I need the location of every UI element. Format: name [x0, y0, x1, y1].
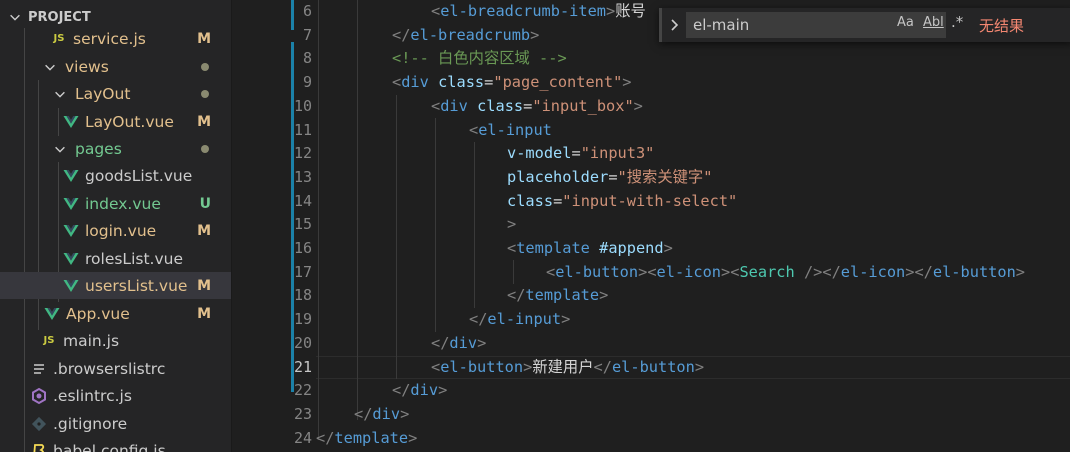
code-line[interactable]: > [507, 213, 516, 237]
line-number: 9 [302, 73, 312, 92]
file-item-roleslist-vue[interactable]: rolesList.vue [0, 245, 231, 272]
chevron-right-icon[interactable] [666, 17, 682, 33]
vue-file-icon [63, 169, 79, 182]
line-number: 16 [293, 239, 312, 257]
modified-badge: M [197, 30, 211, 47]
code-line[interactable]: </div> [392, 379, 447, 403]
code-line[interactable]: class="input-with-select" [507, 190, 737, 214]
code-line[interactable]: <el-button><el-icon><Search /></el-icon>… [546, 261, 1025, 285]
code-line[interactable]: <el-breadcrumb-item>账号 [431, 0, 646, 24]
regex-toggle[interactable]: .* [951, 13, 963, 31]
line-number: 14 [293, 191, 312, 210]
explorer-sidebar: PROJECT JS service.js M views LayOut Lay… [0, 0, 232, 452]
file-item-service-js[interactable]: JS service.js M [0, 25, 231, 52]
line-number: 17 [293, 262, 312, 281]
modified-badge: M [197, 222, 211, 239]
eslint-icon [32, 387, 46, 404]
line-number: 22 [293, 381, 312, 400]
code-line[interactable]: <div class="page_content"> [392, 71, 632, 95]
find-result-status: 无结果 [979, 17, 1025, 35]
chevron-down-icon [45, 64, 55, 71]
folder-item-layout[interactable]: LayOut [0, 80, 231, 107]
line-number: 20 [293, 333, 312, 352]
find-widget: el-main Aa Abl .* 无结果 [659, 8, 1070, 42]
vue-file-icon [63, 115, 79, 128]
js-file-icon: JS [43, 335, 55, 346]
chevron-down-icon [55, 91, 65, 98]
file-item-eslintrc-js[interactable]: .eslintrc.js [0, 382, 231, 409]
code-line[interactable]: </template> [507, 284, 608, 308]
explorer-title: PROJECT [28, 9, 91, 25]
file-item-layout-vue[interactable]: LayOut.vue M [0, 108, 231, 135]
js-file-icon: JS [53, 33, 65, 44]
line-number: 24 [293, 428, 312, 447]
code-line[interactable]: <!-- 白色内容区域 --> [392, 47, 567, 71]
code-editor[interactable]: 6 7 8 9 10 11 12 13 14 15 16 17 18 19 20… [232, 0, 1070, 452]
git-icon [31, 416, 47, 431]
indent-guide [474, 142, 475, 308]
line-number: 23 [293, 404, 312, 423]
chevron-down-icon [55, 146, 65, 153]
modified-badge: M [197, 113, 211, 130]
code-line[interactable]: </div> [431, 332, 486, 356]
file-item-main-js[interactable]: JS main.js [0, 327, 231, 354]
file-item-babel-config-js[interactable]: babel.config.js [0, 437, 231, 452]
file-item-userslist-vue[interactable]: usersList.vue M [0, 272, 231, 299]
vue-file-icon [63, 197, 79, 210]
modified-dot [201, 62, 209, 71]
file-item-goodslist-vue[interactable]: goodsList.vue [0, 162, 231, 189]
indent-guide [357, 0, 358, 420]
indent-guide [513, 260, 514, 284]
vue-file-icon [63, 252, 79, 265]
vue-file-icon [63, 279, 79, 292]
code-line[interactable]: <div class="input_box"> [431, 95, 643, 119]
line-number: 8 [302, 49, 312, 68]
line-number: 12 [293, 144, 312, 163]
config-file-icon [34, 363, 44, 374]
code-line[interactable]: <template #append> [507, 237, 673, 261]
line-number: 6 [302, 2, 312, 20]
untracked-badge: U [199, 195, 211, 212]
modified-badge: M [197, 305, 211, 322]
indent-guide [318, 0, 319, 440]
modified-dot [201, 144, 209, 153]
line-number: 13 [293, 167, 312, 186]
chevron-down-icon [10, 14, 20, 21]
vue-file-icon [63, 224, 79, 237]
file-item-login-vue[interactable]: login.vue M [0, 217, 231, 244]
line-number: 19 [293, 310, 312, 329]
line-number: 7 [302, 25, 312, 44]
line-number: 11 [293, 120, 312, 139]
code-line[interactable]: <el-button>新建用户</el-button> [431, 356, 704, 380]
modified-dot [201, 89, 209, 98]
line-number: 15 [293, 215, 312, 234]
code-line[interactable]: </div> [354, 403, 409, 427]
indent-guide [396, 95, 397, 379]
whole-word-toggle[interactable]: Abl [923, 15, 944, 30]
babel-icon [33, 443, 45, 452]
file-item-gitignore[interactable]: .gitignore [0, 410, 231, 437]
code-line[interactable]: </template> [316, 427, 417, 451]
modified-badge: M [197, 277, 211, 294]
line-number: 10 [293, 96, 312, 115]
vue-file-icon [44, 307, 60, 320]
code-line[interactable]: v-model="input3" [507, 142, 654, 166]
match-case-toggle[interactable]: Aa [897, 15, 914, 30]
code-line[interactable]: <el-input [469, 119, 552, 143]
line-number: 18 [293, 286, 312, 305]
code-line[interactable]: </el-input> [469, 308, 570, 332]
code-line[interactable]: placeholder="搜索关键字" [507, 166, 712, 190]
indent-guide [435, 118, 436, 332]
file-item-browserslistrc[interactable]: .browserslistrc [0, 355, 231, 382]
file-item-index-vue[interactable]: index.vue U [0, 190, 231, 217]
file-item-app-vue[interactable]: App.vue M [0, 300, 231, 327]
folder-item-views[interactable]: views [0, 53, 231, 80]
code-line[interactable]: </el-breadcrumb> [392, 24, 539, 48]
folder-item-pages[interactable]: pages [0, 135, 231, 162]
line-number: 21 [293, 357, 312, 376]
